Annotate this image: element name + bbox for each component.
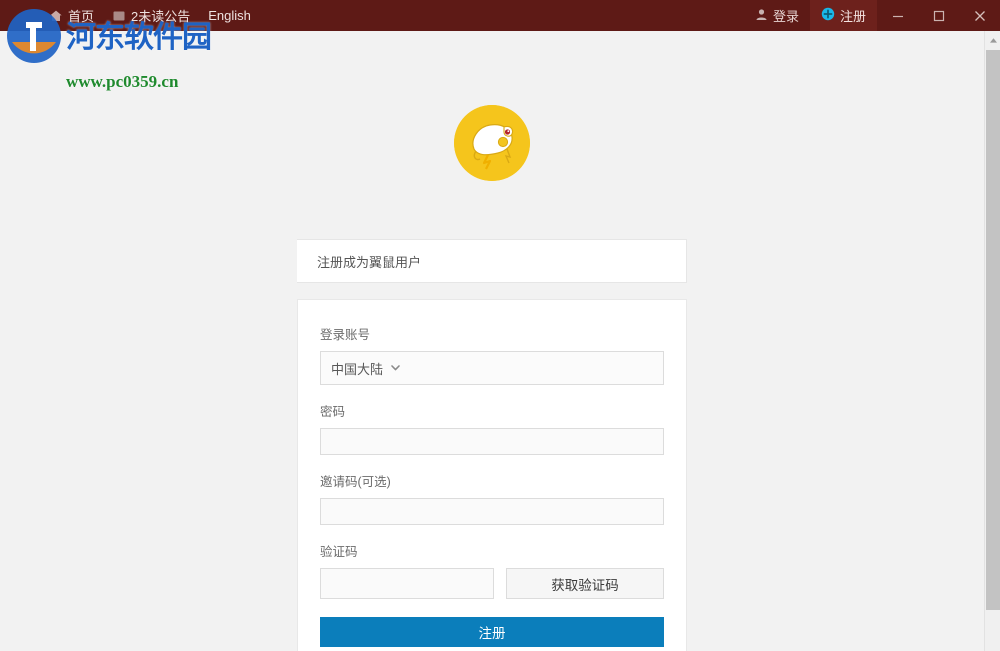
nav-item-home[interactable]: 首页 bbox=[40, 0, 103, 31]
register-header-card: 注册成为翼鼠用户 bbox=[297, 239, 687, 283]
home-icon bbox=[49, 9, 63, 23]
maximize-icon bbox=[932, 9, 946, 23]
caret-up-icon bbox=[989, 31, 998, 49]
nav-item-home-label: 首页 bbox=[68, 9, 95, 24]
nav-item-announcements-label: 2未读公告 bbox=[131, 9, 191, 24]
plus-circle-icon bbox=[821, 7, 835, 24]
page-content: 注册成为翼鼠用户 登录账号 中国大陆 密码 邀请码(可选) 验证码 获取验证码 … bbox=[0, 31, 984, 651]
minimize-button[interactable] bbox=[877, 0, 918, 31]
register-button[interactable]: 注册 bbox=[809, 0, 877, 31]
close-button[interactable] bbox=[959, 0, 1000, 31]
titlebar-nav: 首页 2未读公告 English bbox=[0, 0, 260, 31]
announcement-icon bbox=[112, 9, 126, 23]
login-button[interactable]: 登录 bbox=[744, 0, 810, 31]
verify-row: 获取验证码 bbox=[320, 568, 664, 599]
get-verify-code-button[interactable]: 获取验证码 bbox=[506, 568, 664, 599]
region-select-value: 中国大陆 bbox=[331, 361, 384, 377]
verify-code-input[interactable] bbox=[320, 568, 494, 599]
field-invite: 邀请码(可选) bbox=[320, 471, 664, 525]
chevron-down-icon bbox=[390, 361, 401, 376]
flying-mouse-logo bbox=[454, 105, 530, 181]
invite-label: 邀请码(可选) bbox=[320, 475, 391, 489]
window-titlebar: 首页 2未读公告 English 登录 注册 bbox=[0, 0, 1000, 31]
field-verify: 验证码 获取验证码 bbox=[320, 541, 664, 599]
register-submit-button[interactable]: 注册 bbox=[320, 617, 664, 647]
field-password: 密码 bbox=[320, 401, 664, 455]
register-label: 注册 bbox=[839, 9, 866, 24]
vertical-scrollbar[interactable] bbox=[984, 31, 1000, 651]
account-label: 登录账号 bbox=[320, 328, 371, 342]
nav-item-announcements[interactable]: 2未读公告 bbox=[103, 0, 199, 31]
titlebar-account-area: 登录 注册 bbox=[744, 0, 1000, 31]
invite-code-input[interactable] bbox=[320, 498, 664, 525]
nav-item-language-label: English bbox=[208, 8, 251, 23]
minimize-icon bbox=[891, 9, 905, 23]
close-icon bbox=[972, 8, 988, 24]
verify-label: 验证码 bbox=[320, 545, 358, 559]
brand-logo-wrap bbox=[0, 31, 984, 181]
password-label: 密码 bbox=[320, 405, 346, 419]
field-account: 登录账号 中国大陆 bbox=[320, 324, 664, 385]
maximize-button[interactable] bbox=[918, 0, 959, 31]
password-input[interactable] bbox=[320, 428, 664, 455]
user-icon bbox=[755, 8, 768, 24]
register-form-card: 登录账号 中国大陆 密码 邀请码(可选) 验证码 获取验证码 注册 bbox=[297, 299, 687, 651]
region-select[interactable]: 中国大陆 bbox=[320, 351, 664, 385]
page-title: 注册成为翼鼠用户 bbox=[317, 254, 422, 270]
nav-item-language[interactable]: English bbox=[199, 0, 260, 31]
scroll-up-button[interactable] bbox=[985, 31, 1000, 48]
login-label: 登录 bbox=[772, 9, 799, 24]
scrollbar-thumb[interactable] bbox=[986, 50, 1000, 610]
